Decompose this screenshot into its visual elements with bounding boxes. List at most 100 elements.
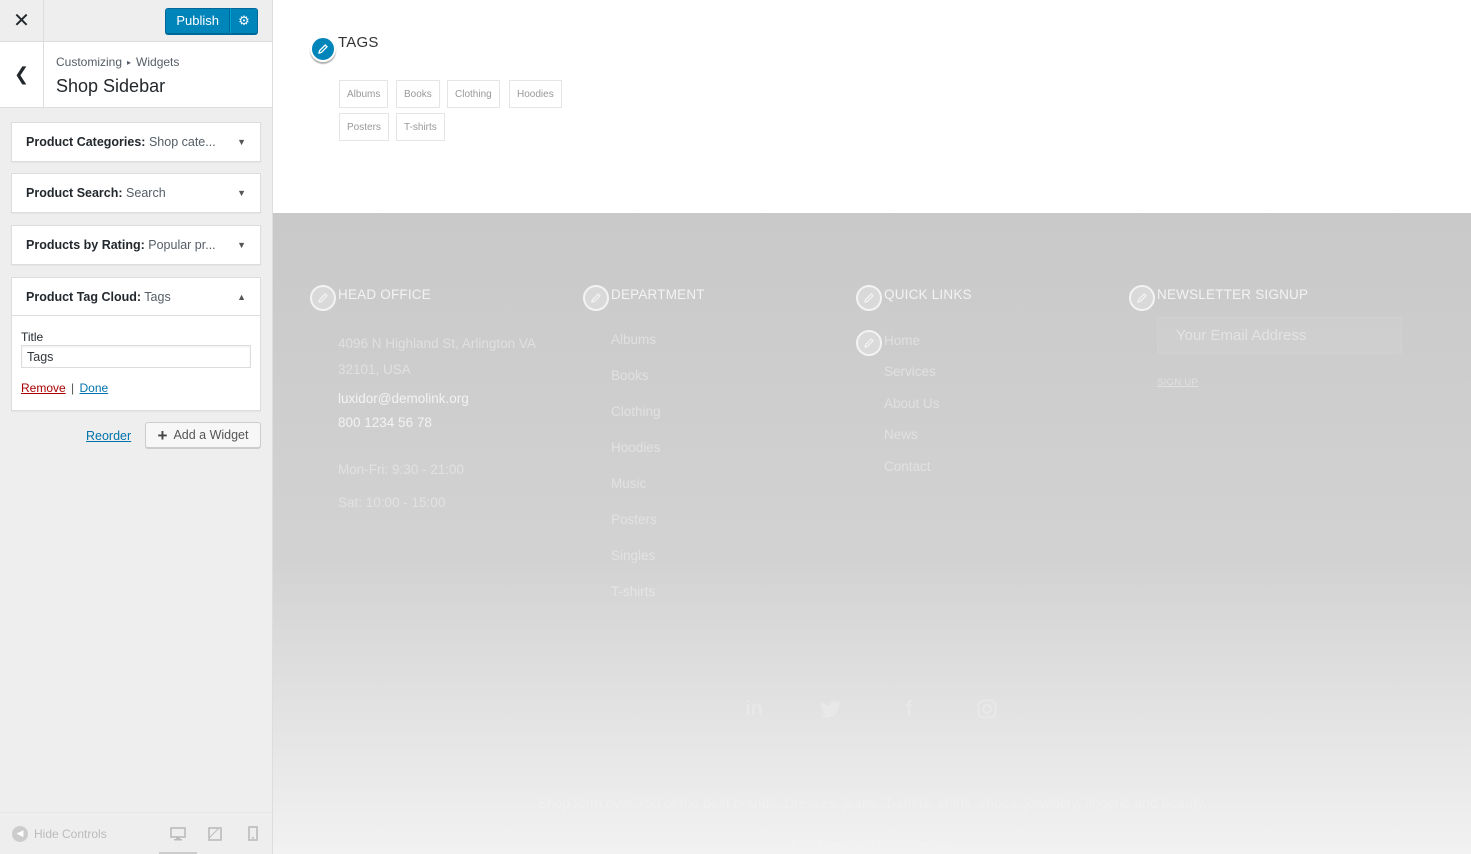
email-link[interactable]: luxidor@demolink.org [338,391,469,406]
section-title: Shop Sidebar [56,76,166,96]
quick-link[interactable]: Home [884,333,920,348]
opening-hours: Mon-Fri: 9:30 - 21:00 [338,462,465,477]
publish-settings-button[interactable]: ⚙ [230,8,258,34]
widget-subtitle: Shop cate... [148,135,216,149]
quick-link[interactable]: News [884,427,918,442]
desktop-icon [169,826,186,840]
widget-subtitle: Tags [144,289,171,304]
edit-shortcut-button[interactable] [310,36,336,62]
reorder-link[interactable]: Reorder [86,429,131,443]
address-line: 4096 N Highland St, Arlington VA [338,336,536,351]
quick-link[interactable]: Contact [884,459,931,474]
widget-header[interactable]: Product Categories: Shop cate... ▼ [12,123,260,161]
breadcrumb-root: Customizing [56,55,123,69]
done-link[interactable]: Done [80,381,109,395]
widget-subtitle: Search [126,186,166,200]
widget-form: Title Remove | Done [12,316,260,395]
caret-down-icon[interactable]: ▼ [237,240,246,250]
preview-desktop-button[interactable] [158,813,197,854]
close-icon: ✕ [13,10,30,32]
tag-link[interactable]: T-shirts [396,113,445,141]
edit-shortcut-button[interactable] [1129,285,1155,311]
close-customizer-button[interactable]: ✕ [0,0,44,41]
tag-link[interactable]: Books [396,80,440,108]
widget-actions: Remove | Done [21,381,251,395]
customizer-footer: ◀ Hide Controls [0,812,272,854]
tablet-icon [208,826,223,841]
add-widget-button[interactable]: + Add a Widget [145,422,261,448]
quick-links-heading: QUICK LINKS [884,287,972,302]
department-heading: DEPARTMENT [611,287,705,302]
gear-icon: ⚙ [238,13,250,28]
pencil-icon [864,293,874,303]
preview-mobile-button[interactable] [234,813,272,854]
facebook-icon[interactable]: f [897,697,921,721]
tag-link[interactable]: Albums [339,80,389,108]
department-link[interactable]: T-shirts [611,584,655,599]
widget-header[interactable]: Products by Rating: Popular pr... ▼ [12,226,260,264]
quick-link[interactable]: About Us [884,396,940,411]
breadcrumb-separator-icon: ▸ [127,58,132,67]
widget-title: Product Categories: Shop cate... [26,135,216,149]
instagram-icon[interactable] [975,697,999,721]
arrow-left-icon: ◀ [12,825,28,842]
widget-product-tag-cloud[interactable]: Product Tag Cloud: Tags ▲ Title Remove |… [11,277,261,411]
title-input[interactable] [21,345,251,368]
breadcrumb-current: Widgets [136,55,180,69]
preview-tablet-button[interactable] [197,813,235,854]
pencil-icon [591,293,601,303]
pencil-icon [864,338,874,348]
department-link[interactable]: Clothing [611,404,661,419]
widget-title: Products by Rating: Popular pr... [26,238,216,252]
widget-product-categories[interactable]: Product Categories: Shop cate... ▼ [11,122,261,162]
chevron-left-icon: ❮ [13,64,30,84]
caret-down-icon[interactable]: ▼ [237,188,246,198]
newsletter-email-input[interactable]: Your Email Address [1157,317,1402,354]
department-link[interactable]: Music [611,476,646,491]
department-link[interactable]: Albums [611,332,656,347]
linkedin-icon[interactable]: in [742,697,766,721]
tag-link[interactable]: Clothing [447,80,500,108]
department-link[interactable]: Hoodies [611,440,661,455]
widget-name: Product Search: [26,186,123,200]
back-button[interactable]: ❮ [0,42,44,107]
section-header: ❮ Customizing ▸ Widgets Shop Sidebar [0,42,272,108]
quick-link[interactable]: Services [884,364,936,379]
remove-widget-link[interactable]: Remove [21,381,66,395]
customizer-header: ✕ Publish ⚙ [0,0,272,42]
widget-subtitle: Popular pr... [148,238,216,252]
edit-shortcut-button[interactable] [856,285,882,311]
hide-controls-button[interactable]: ◀ Hide Controls [0,825,159,842]
widget-products-by-rating[interactable]: Products by Rating: Popular pr... ▼ [11,225,261,265]
widget-product-search[interactable]: Product Search: Search ▼ [11,173,261,213]
edit-shortcut-button[interactable] [856,330,882,356]
department-link[interactable]: Books [611,368,649,383]
department-link[interactable]: Posters [611,512,657,527]
copyright-text: © 2018 Luxidor. All Rights Reserved. [790,839,954,850]
head-office-heading: HEAD OFFICE [338,287,431,302]
pencil-icon [318,293,328,303]
tag-link[interactable]: Posters [339,113,389,141]
opening-hours: Sat: 10:00 - 15:00 [338,495,446,510]
hide-controls-label: Hide Controls [34,826,107,841]
newsletter-heading: NEWSLETTER SIGNUP [1157,287,1309,302]
address-line: 32101, USA [338,362,411,377]
widget-name: Product Tag Cloud: [26,289,142,304]
edit-shortcut-button[interactable] [310,285,336,311]
signup-button[interactable]: SIGN UP [1157,377,1198,388]
widget-header[interactable]: Product Search: Search ▼ [12,174,260,212]
twitter-icon[interactable] [819,697,843,721]
tag-link[interactable]: Hoodies [509,80,562,108]
tags-widget-title: TAGS [338,34,379,51]
edit-shortcut-button[interactable] [583,285,609,311]
department-link[interactable]: Singles [611,548,655,563]
mobile-icon [248,826,258,841]
phone-link[interactable]: 800 1234 56 78 [338,415,432,430]
widget-header[interactable]: Product Tag Cloud: Tags ▲ [12,278,260,316]
customizer-sidebar: ✕ Publish ⚙ ❮ Customizing ▸ Widgets Shop S… [0,0,273,854]
caret-down-icon[interactable]: ▼ [237,137,246,147]
plus-icon: + [157,425,168,445]
caret-up-icon[interactable]: ▲ [237,292,246,302]
site-footer: HEAD OFFICE 4096 N Highland St, Arlingto… [273,213,1471,854]
publish-button[interactable]: Publish [165,8,230,34]
